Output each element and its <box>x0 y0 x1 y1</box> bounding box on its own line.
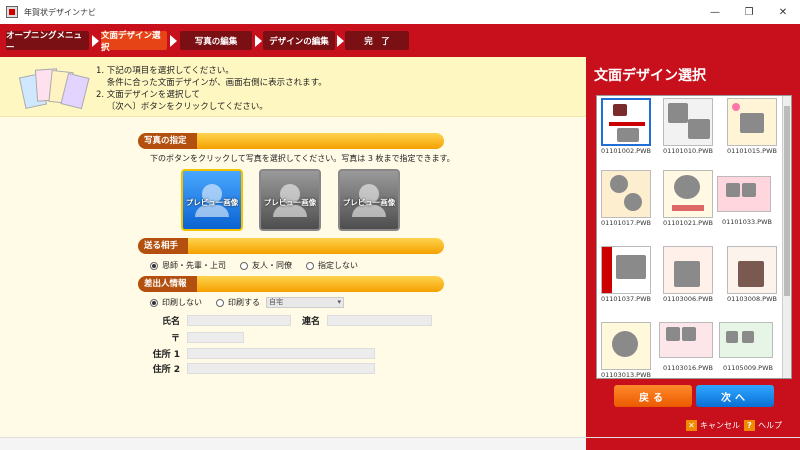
photo-instruction: 下のボタンをクリックして写真を選択してください。写真は 3 枚まで指定できます。 <box>150 154 455 163</box>
design-thumb[interactable]: 01103008.PWB <box>727 246 777 304</box>
help-button[interactable]: ? ヘルプ <box>744 420 782 431</box>
name-field[interactable] <box>187 315 291 326</box>
joint-name-field[interactable] <box>327 315 432 326</box>
photo-preview-button-1[interactable]: プレビュー画像 <box>181 169 243 231</box>
cancel-button[interactable]: ✕ キャンセル <box>686 420 740 431</box>
design-thumb[interactable]: 01103013.PWB <box>601 322 651 380</box>
address2-label: 住所 2 <box>152 365 180 375</box>
design-thumb[interactable]: 01103006.PWB <box>663 246 713 304</box>
close-icon: ✕ <box>686 420 697 431</box>
design-thumb[interactable]: 01103016.PWB <box>659 322 717 380</box>
recipient-option-superior[interactable]: 恩師・先輩・上司 <box>150 260 226 271</box>
design-gallery: 01101002.PWB 01101010.PWB 01101015.PWB 0… <box>596 95 792 379</box>
photo-section-header: 写真の指定 <box>138 133 444 149</box>
design-select-panel: 文面デザイン選択 01101002.PWB 01101010.PWB 01101… <box>586 57 800 437</box>
joint-name-label: 連名 <box>301 317 320 327</box>
close-button[interactable]: ✕ <box>766 0 800 24</box>
recipient-option-none[interactable]: 指定しない <box>306 260 358 271</box>
help-icon: ? <box>744 420 755 431</box>
recipient-section-header: 送る相手 <box>138 238 444 254</box>
step-bar: オープニングメニュー 文面デザイン選択 写真の編集 デザインの編集 完 了 <box>0 24 800 57</box>
window-controls: — ❐ ✕ <box>698 0 800 24</box>
instruction-text: 1. 下記の項目を選択してください。 条件に合った文面デザインが、画面右側に表示… <box>96 66 327 112</box>
recipient-options: 恩師・先輩・上司 友人・同僚 指定しない <box>150 260 372 271</box>
next-button[interactable]: 次へ <box>696 385 774 407</box>
step-arrow-icon <box>255 35 262 47</box>
app-icon <box>6 6 18 18</box>
address2-field[interactable] <box>187 363 375 374</box>
postal-field[interactable] <box>187 332 244 343</box>
design-thumb[interactable]: 01101037.PWB <box>601 246 651 304</box>
instruction-area: 1. 下記の項目を選択してください。 条件に合った文面デザインが、画面右側に表示… <box>0 57 586 117</box>
step-design-edit[interactable]: デザインの編集 <box>263 31 335 50</box>
step-arrow-icon <box>92 35 99 47</box>
step-complete[interactable]: 完 了 <box>345 31 409 50</box>
minimize-button[interactable]: — <box>698 0 732 24</box>
options-panel: 1. 下記の項目を選択してください。 条件に合った文面デザインが、画面右側に表示… <box>0 57 586 437</box>
design-thumb[interactable]: 01101015.PWB <box>727 98 777 156</box>
postal-label: 〒 <box>170 334 180 344</box>
scrollbar-thumb[interactable] <box>784 106 790 296</box>
panel-title: 文面デザイン選択 <box>594 68 706 84</box>
photo-preview-button-2[interactable]: プレビュー画像 <box>259 169 321 231</box>
radio-icon <box>306 261 314 270</box>
photo-preview-button-3[interactable]: プレビュー画像 <box>338 169 400 231</box>
radio-icon <box>150 298 158 307</box>
design-thumb[interactable]: 01105009.PWB <box>719 322 777 380</box>
window-title: 年賀状デザインナビ <box>24 7 96 17</box>
name-label: 氏名 <box>161 317 180 327</box>
design-thumb[interactable]: 01101010.PWB <box>663 98 713 156</box>
step-arrow-icon <box>337 35 344 47</box>
radio-icon <box>240 261 248 270</box>
sender-option-no-print[interactable]: 印刷しない <box>150 297 202 308</box>
sender-print-options: 印刷しない 印刷する 自宅 <box>150 297 344 308</box>
gallery-scrollbar[interactable] <box>782 96 791 378</box>
design-thumb[interactable]: 01101002.PWB <box>601 98 651 156</box>
design-thumb[interactable]: 01101021.PWB <box>663 170 713 228</box>
design-thumb[interactable]: 01101033.PWB <box>717 176 777 234</box>
radio-icon <box>216 298 224 307</box>
step-design-select[interactable]: 文面デザイン選択 <box>101 31 167 53</box>
address1-field[interactable] <box>187 348 375 359</box>
recipient-option-friend[interactable]: 友人・同僚 <box>240 260 292 271</box>
step-arrow-icon <box>170 35 177 47</box>
sender-section-header: 差出人情報 <box>138 276 444 292</box>
title-bar: 年賀状デザインナビ — ❐ ✕ <box>0 0 800 24</box>
address1-label: 住所 1 <box>152 350 180 360</box>
bottom-strip <box>0 437 800 450</box>
step-photo-edit[interactable]: 写真の編集 <box>180 31 252 50</box>
address-type-select[interactable]: 自宅 <box>266 297 344 308</box>
postcards-illustration <box>18 63 90 113</box>
design-thumb[interactable]: 01101017.PWB <box>601 170 651 228</box>
radio-icon <box>150 261 158 270</box>
restore-button[interactable]: ❐ <box>732 0 766 24</box>
sender-option-print[interactable]: 印刷する <box>216 297 260 308</box>
back-button[interactable]: 戻る <box>614 385 692 407</box>
step-opening-menu[interactable]: オープニングメニュー <box>6 31 89 53</box>
